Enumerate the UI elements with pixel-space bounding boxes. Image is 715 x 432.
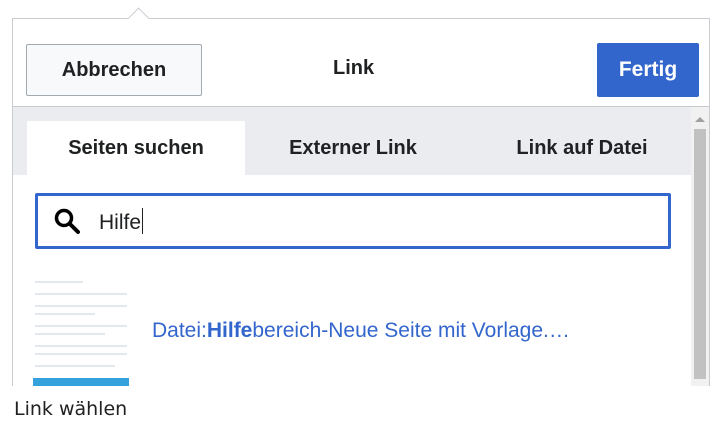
tab-external-link[interactable]: Externer Link [263,121,443,175]
search-input[interactable]: Hilfe [35,193,671,249]
text-cursor [142,208,144,234]
dialog-title: Link [333,57,375,79]
scroll-up-arrow-icon[interactable] [695,117,705,122]
search-value: Hilfe [99,208,144,235]
search-result[interactable]: Datei:Hilfebereich-Neue Seite mit Vorlag… [13,267,691,386]
link-dialog: Abbrechen Link Fertig Seiten suchen Exte… [12,18,710,386]
tab-link-to-file[interactable]: Link auf Datei [487,121,677,175]
scroll-thumb[interactable] [694,129,706,379]
done-button[interactable]: Fertig [597,43,699,97]
dialog-header: Abbrechen Link Fertig [13,19,709,107]
tab-search-pages[interactable]: Seiten suchen [27,121,245,175]
tab-bar: Seiten suchen Externer Link Link auf Dat… [13,107,691,175]
result-thumbnail [33,279,129,386]
caption: Link wählen [14,398,128,420]
dialog-pointer [125,5,151,19]
result-link[interactable]: Datei:Hilfebereich-Neue Seite mit Vorlag… [152,319,570,343]
scrollbar[interactable] [691,107,709,386]
dialog-body: Seiten suchen Externer Link Link auf Dat… [13,107,691,386]
cancel-button[interactable]: Abbrechen [26,44,202,96]
search-icon [54,208,80,234]
